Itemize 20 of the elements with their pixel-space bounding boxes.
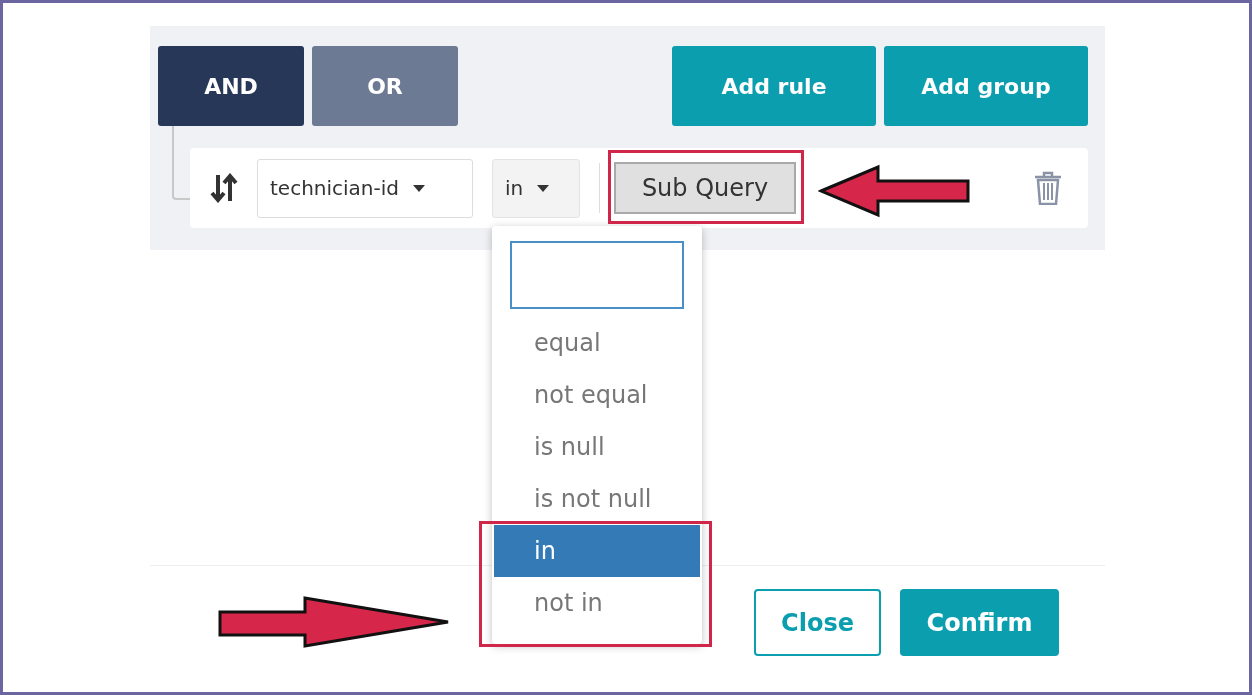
operator-option[interactable]: not in bbox=[494, 577, 700, 629]
add-button[interactable]: Add rule bbox=[672, 46, 876, 126]
operator-option[interactable]: in bbox=[494, 525, 700, 577]
operator-select[interactable]: in bbox=[492, 158, 580, 218]
field-select[interactable]: technician-id bbox=[257, 158, 473, 218]
caret-icon bbox=[413, 184, 425, 192]
close-button[interactable]: Close bbox=[754, 589, 881, 656]
sub-query-button[interactable]: Sub Query bbox=[614, 162, 796, 214]
operator-option[interactable]: not equal bbox=[494, 369, 700, 421]
caret-icon bbox=[537, 184, 550, 192]
confirm-button[interactable]: Confirm bbox=[900, 589, 1059, 656]
trash-icon[interactable] bbox=[1033, 171, 1063, 205]
logic-button[interactable]: AND bbox=[158, 46, 304, 126]
search-field[interactable] bbox=[510, 241, 684, 309]
operator-option[interactable]: equal bbox=[494, 317, 700, 369]
operator-option[interactable]: is not null bbox=[494, 473, 700, 525]
operator-option[interactable]: is null bbox=[494, 421, 700, 473]
add-button[interactable]: Add group bbox=[884, 46, 1088, 126]
sort-icon[interactable] bbox=[210, 173, 238, 203]
logic-button[interactable]: OR bbox=[312, 46, 458, 126]
